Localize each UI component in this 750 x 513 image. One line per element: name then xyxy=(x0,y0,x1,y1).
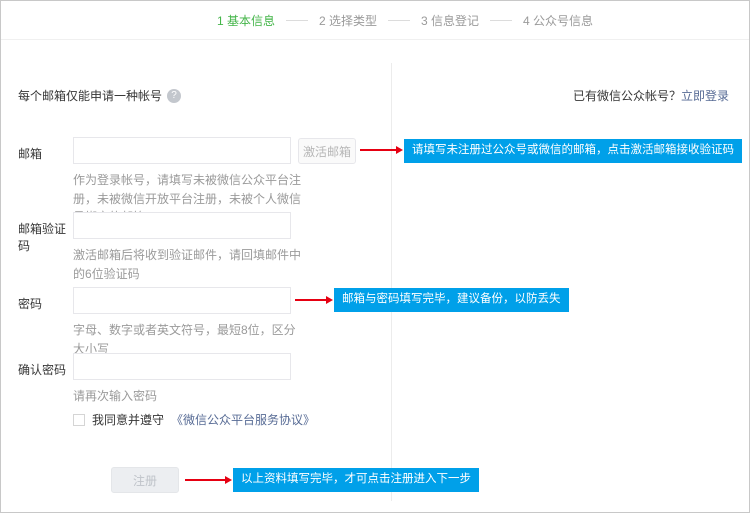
annotation-password-tip: 邮箱与密码填写完毕，建议备份，以防丢失 xyxy=(334,288,569,312)
annotation-register-tip: 以上资料填写完毕，才可点击注册进入下一步 xyxy=(233,468,479,492)
email-code-label: 邮箱验证码 xyxy=(18,212,73,283)
email-code-controls: 激活邮箱后将收到验证邮件，请回填邮件中的6位验证码 xyxy=(73,212,301,283)
field-email-code: 邮箱验证码 激活邮箱后将收到验证邮件，请回填邮件中的6位验证码 xyxy=(18,212,301,283)
email-code-input[interactable] xyxy=(73,212,291,239)
confirm-password-help-text: 请再次输入密码 xyxy=(73,387,301,406)
step-basic-info: 1 基本信息 xyxy=(217,12,275,29)
red-arrow-icon xyxy=(360,149,396,151)
confirm-password-controls: 请再次输入密码 xyxy=(73,353,301,406)
step-choose-type: 2 选择类型 xyxy=(319,12,377,29)
question-icon[interactable]: ? xyxy=(167,89,181,103)
agreement-text: 我同意并遵守 xyxy=(92,411,164,428)
agreement-checkbox[interactable] xyxy=(73,414,85,426)
annotation-email-tip: 请填写未注册过公众号或微信的邮箱，点击激活邮箱接收验证码 xyxy=(404,139,742,163)
red-arrow-icon xyxy=(185,479,225,481)
step-info-registration: 3 信息登记 xyxy=(421,12,479,29)
step-separator-line xyxy=(490,20,512,21)
confirm-password-label: 确认密码 xyxy=(18,353,73,406)
stepper: 1 基本信息 2 选择类型 3 信息登记 4 公众号信息 xyxy=(1,1,749,40)
email-limit-note: 每个邮箱仅能申请一种帐号 ? xyxy=(18,87,181,104)
step-separator-line xyxy=(388,20,410,21)
register-button[interactable]: 注册 xyxy=(111,467,179,493)
vertical-divider xyxy=(391,63,392,501)
confirm-password-input[interactable] xyxy=(73,353,291,380)
service-agreement-link[interactable]: 《微信公众平台服务协议》 xyxy=(171,411,315,428)
login-now-link[interactable]: 立即登录 xyxy=(681,89,729,103)
email-input[interactable] xyxy=(73,137,291,164)
red-arrow-icon xyxy=(295,299,326,301)
login-prompt: 已有微信公众帐号？立即登录 xyxy=(573,87,729,104)
agreement-row: 我同意并遵守《微信公众平台服务协议》 xyxy=(73,411,315,428)
activate-email-button[interactable]: 激活邮箱 xyxy=(298,138,356,164)
field-password: 密码 字母、数字或者英文符号，最短8位，区分大小写 xyxy=(18,287,301,358)
email-code-help-text: 激活邮箱后将收到验证邮件，请回填邮件中的6位验证码 xyxy=(73,246,301,283)
registration-page: 1 基本信息 2 选择类型 3 信息登记 4 公众号信息 每个邮箱仅能申请一种帐… xyxy=(0,0,750,513)
password-controls: 字母、数字或者英文符号，最短8位，区分大小写 xyxy=(73,287,301,358)
step-account-info: 4 公众号信息 xyxy=(523,12,593,29)
password-input[interactable] xyxy=(73,287,291,314)
email-limit-note-text: 每个邮箱仅能申请一种帐号 xyxy=(18,87,162,104)
step-separator-line xyxy=(286,20,308,21)
login-prompt-text: 已有微信公众帐号？ xyxy=(573,89,681,103)
field-confirm-password: 确认密码 请再次输入密码 xyxy=(18,353,301,406)
password-label: 密码 xyxy=(18,287,73,358)
